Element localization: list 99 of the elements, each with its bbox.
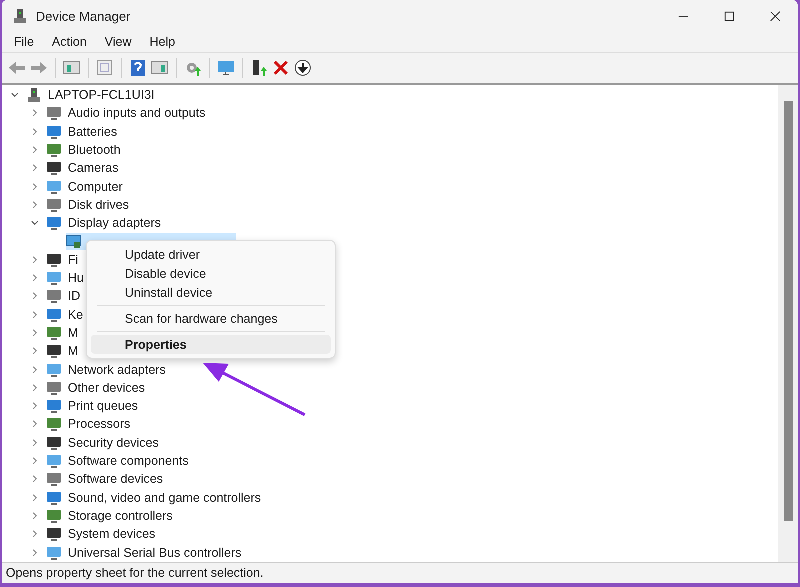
chevron-icon[interactable] bbox=[30, 474, 40, 484]
device-icon bbox=[46, 160, 62, 176]
device-icon bbox=[46, 270, 62, 286]
back-icon[interactable] bbox=[8, 59, 26, 77]
device-icon bbox=[46, 124, 62, 140]
display-adapter-icon bbox=[66, 234, 82, 250]
status-text: Opens property sheet for the current selection. bbox=[6, 566, 264, 580]
device-icon bbox=[46, 398, 62, 414]
device-icon bbox=[46, 142, 62, 158]
scrollbar-thumb[interactable] bbox=[784, 101, 792, 521]
chevron-icon[interactable] bbox=[30, 182, 40, 192]
chevron-icon[interactable] bbox=[30, 419, 40, 430]
tree-item[interactable]: Other devices bbox=[68, 380, 146, 395]
device-icon bbox=[46, 434, 62, 451]
tree-item[interactable]: Display adapters bbox=[68, 216, 162, 230]
tree-item[interactable]: Processors bbox=[68, 417, 131, 432]
menu-item[interactable]: File bbox=[6, 35, 42, 49]
download-icon[interactable] bbox=[294, 59, 312, 77]
chevron-icon[interactable] bbox=[30, 529, 40, 540]
device-icon bbox=[46, 526, 62, 542]
tree-item[interactable]: ID bbox=[68, 289, 80, 304]
panel-icon[interactable] bbox=[63, 59, 81, 77]
device-icon bbox=[46, 288, 62, 304]
device-icon bbox=[46, 380, 62, 396]
menu-item[interactable]: Disable device bbox=[91, 264, 331, 283]
menu-item[interactable]: Action bbox=[44, 35, 95, 49]
monitor-icon[interactable] bbox=[217, 59, 235, 77]
window-title: Device Manager bbox=[36, 8, 132, 24]
device-icon bbox=[46, 453, 62, 470]
device-icon bbox=[46, 508, 62, 524]
menu-item[interactable]: Help bbox=[142, 35, 184, 49]
tree-item[interactable]: Storage controllers bbox=[68, 508, 173, 523]
device-icon bbox=[46, 215, 62, 232]
menu-item[interactable]: Update driver bbox=[91, 245, 331, 264]
remove-icon[interactable] bbox=[272, 59, 290, 77]
chevron-icon[interactable] bbox=[30, 438, 40, 448]
menu-item[interactable]: Properties bbox=[91, 335, 331, 354]
device-icon bbox=[46, 343, 62, 360]
tree-item[interactable]: System devices bbox=[68, 527, 156, 542]
menu-item[interactable]: Scan for hardware changes bbox=[91, 309, 331, 328]
chevron-icon[interactable] bbox=[30, 291, 40, 302]
tree-item[interactable]: Software components bbox=[68, 454, 189, 468]
menu-item[interactable]: Uninstall device bbox=[91, 283, 331, 302]
chevron-icon[interactable] bbox=[30, 492, 40, 503]
scrollbar[interactable] bbox=[778, 85, 798, 562]
computer-icon bbox=[26, 87, 42, 104]
tree-item[interactable]: Sound, video and game controllers bbox=[68, 490, 262, 505]
chevron-icon[interactable] bbox=[30, 548, 40, 558]
chevron-icon[interactable] bbox=[30, 145, 40, 156]
tree-item[interactable]: Print queues bbox=[68, 399, 138, 414]
chevron-icon[interactable] bbox=[30, 254, 40, 265]
panel-icon[interactable] bbox=[151, 59, 169, 77]
chevron-icon[interactable] bbox=[30, 163, 40, 174]
tree-item[interactable]: LAPTOP-FCL1UI3I bbox=[48, 88, 155, 102]
device-icon bbox=[46, 471, 62, 488]
chevron-icon[interactable] bbox=[30, 510, 40, 521]
device-icon bbox=[46, 105, 62, 122]
device-icon bbox=[46, 325, 62, 341]
tree-item[interactable]: Bluetooth bbox=[68, 143, 121, 158]
tree-item[interactable]: Computer bbox=[68, 180, 123, 194]
help-icon[interactable] bbox=[129, 59, 147, 77]
chevron-icon[interactable] bbox=[30, 328, 40, 338]
device-icon bbox=[46, 252, 62, 268]
app-icon bbox=[12, 8, 28, 24]
device-icon bbox=[46, 362, 62, 378]
tree-item[interactable]: Security devices bbox=[68, 436, 160, 450]
chevron-icon[interactable] bbox=[30, 364, 40, 375]
chevron-icon[interactable] bbox=[30, 310, 40, 320]
tree-item[interactable]: Network adapters bbox=[68, 362, 166, 377]
tree-item[interactable]: Universal Serial Bus controllers bbox=[68, 546, 242, 560]
tree-item[interactable]: Software devices bbox=[68, 472, 164, 486]
chevron-icon[interactable] bbox=[30, 126, 40, 137]
tree-item[interactable]: Ke bbox=[68, 308, 84, 322]
tree-item[interactable]: Fi bbox=[68, 252, 78, 267]
tree-item[interactable]: M bbox=[68, 326, 78, 340]
device-icon bbox=[46, 306, 62, 323]
forward-icon[interactable] bbox=[30, 59, 48, 77]
close-icon bbox=[770, 10, 780, 22]
device-icon bbox=[46, 416, 62, 432]
chevron-icon[interactable] bbox=[30, 401, 40, 412]
chevron-icon[interactable] bbox=[30, 346, 40, 356]
chevron-icon[interactable] bbox=[30, 456, 40, 466]
tree-item[interactable]: Disk drives bbox=[68, 198, 130, 212]
device-icon bbox=[46, 196, 62, 213]
chevron-icon[interactable] bbox=[30, 273, 40, 284]
device-icon bbox=[46, 544, 62, 561]
tree-item[interactable]: Batteries bbox=[68, 124, 118, 139]
tree-item[interactable]: Audio inputs and outputs bbox=[68, 106, 206, 120]
tree-item[interactable]: M bbox=[68, 344, 78, 358]
device-icon bbox=[46, 178, 62, 195]
tree-item[interactable]: Cameras bbox=[68, 161, 119, 176]
update-driver-icon[interactable] bbox=[250, 59, 268, 77]
device-icon bbox=[46, 490, 62, 506]
maximize-icon bbox=[724, 10, 734, 22]
chevron-icon[interactable] bbox=[30, 382, 40, 393]
menu-item[interactable]: View bbox=[96, 35, 140, 49]
tree-item[interactable]: Hu bbox=[68, 271, 84, 286]
chevron-icon[interactable] bbox=[30, 108, 40, 118]
chevron-icon[interactable] bbox=[30, 200, 40, 210]
